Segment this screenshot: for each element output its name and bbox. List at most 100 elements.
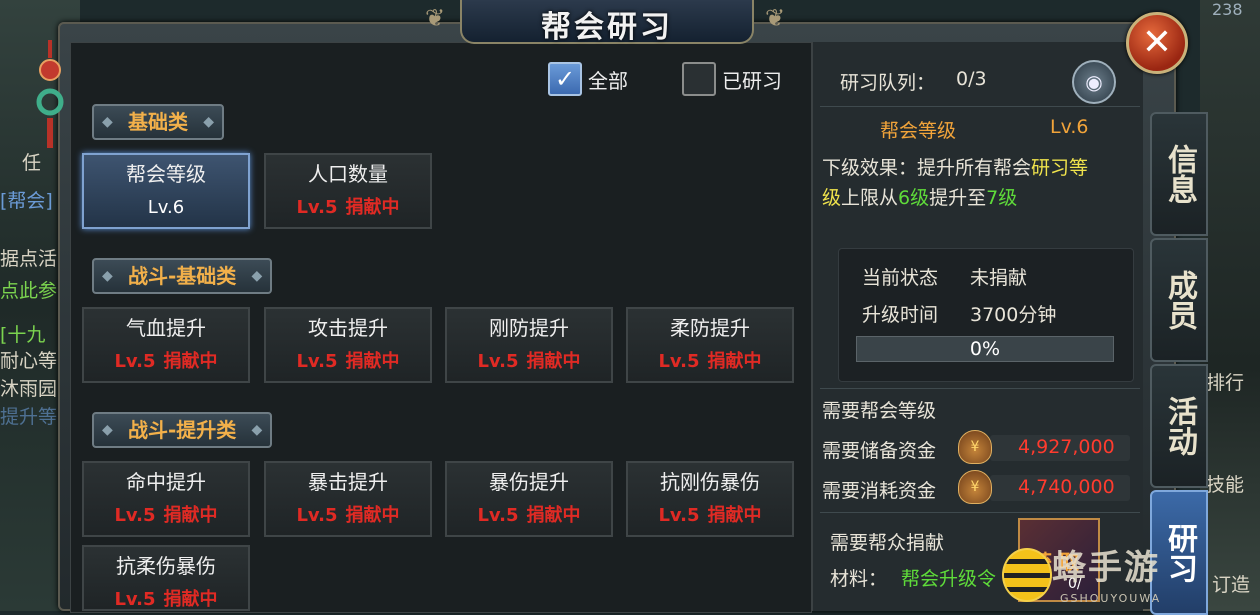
bg-counter: 238 xyxy=(1212,0,1243,19)
research-name: 刚防提升 xyxy=(489,316,569,340)
bg-text: 耐心等 xyxy=(0,350,58,372)
detail-effect-line1: 下级效果：提升所有帮会研习等 xyxy=(822,153,1088,180)
money-bag-icon: ¥ xyxy=(958,470,992,504)
research-name: 柔防提升 xyxy=(670,316,750,340)
research-name: 暴伤提升 xyxy=(489,470,569,494)
window-title: 帮会研习 xyxy=(541,10,673,45)
bg-text: 点此参 xyxy=(0,280,58,302)
research-card-anti-hard-crit[interactable]: 抗刚伤暴伤 Lv.5 捐献中 xyxy=(626,461,794,537)
eye-icon: ◉ xyxy=(1085,70,1103,94)
research-name: 抗刚伤暴伤 xyxy=(660,470,760,494)
watermark-text: 蜂手游 xyxy=(1052,548,1160,588)
upgrade-progress-bar: 0% xyxy=(856,336,1114,362)
filter-all[interactable]: ✓ 全部 xyxy=(548,62,628,96)
bg-text: 沐雨园 xyxy=(0,378,58,400)
material-value: 帮会升级令 xyxy=(901,568,997,590)
tab-label: 信息 xyxy=(1162,144,1197,204)
category-title: 战斗-提升类 xyxy=(92,412,273,448)
eye-button[interactable]: ◉ xyxy=(1072,60,1116,104)
research-status: 捐献中 xyxy=(345,197,400,218)
research-card-crit-damage[interactable]: 暴伤提升 Lv.5 捐献中 xyxy=(445,461,613,537)
close-button[interactable]: ✕ xyxy=(1126,12,1188,74)
req-consume-value: 4,740,000 xyxy=(1018,476,1115,498)
research-name: 帮会等级 xyxy=(126,162,206,186)
research-card-guild-level[interactable]: 帮会等级 Lv.6 xyxy=(82,153,250,229)
research-level: Lv.5 xyxy=(296,197,338,218)
category-header: 基础类 xyxy=(92,104,224,140)
category-header: 战斗-基础类 xyxy=(92,258,273,294)
research-card-hit[interactable]: 命中提升 Lv.5 捐献中 xyxy=(82,461,250,537)
bee-logo-icon xyxy=(1002,548,1052,602)
research-name: 抗柔伤暴伤 xyxy=(116,554,216,578)
research-status: 捐献中 xyxy=(345,351,400,372)
research-name: 暴击提升 xyxy=(308,470,388,494)
queue-value: 0/3 xyxy=(956,68,987,90)
research-level: Lv.5 xyxy=(296,505,338,526)
filter-all-label: 全部 xyxy=(588,68,628,93)
ornament-right-icon: ❦ xyxy=(764,4,786,32)
checkbox-researched[interactable] xyxy=(682,62,716,96)
category-title: 战斗-基础类 xyxy=(92,258,273,294)
research-level: Lv.5 xyxy=(477,351,519,372)
research-status: 捐献中 xyxy=(163,351,218,372)
research-status: 捐献中 xyxy=(707,351,762,372)
time-label: 升级时间 xyxy=(862,304,939,326)
title-plate: 帮会研习 xyxy=(460,0,754,45)
effect-from: 6级 xyxy=(898,187,930,209)
research-level: Lv.5 xyxy=(477,505,519,526)
research-level: Lv.5 xyxy=(114,589,156,610)
material-label: 材料： xyxy=(830,568,888,590)
detail-name: 帮会等级 xyxy=(880,120,957,142)
queue-label: 研习队列： xyxy=(840,72,936,94)
state-label: 当前状态 xyxy=(862,267,939,289)
effect-highlight2: 级 xyxy=(822,187,842,209)
bg-text: 据点活 xyxy=(0,248,58,270)
research-status: 捐献中 xyxy=(163,505,218,526)
effect-mid2: 提升至 xyxy=(929,187,987,209)
research-level: Lv.5 xyxy=(296,351,338,372)
progress-text: 0% xyxy=(969,338,1001,360)
tab-label: 成员 xyxy=(1162,270,1197,330)
tab-label: 活动 xyxy=(1162,396,1197,456)
research-level: Lv.5 xyxy=(658,351,700,372)
bg-text: 任 xyxy=(22,152,42,174)
bg-text: 技能 xyxy=(1206,474,1245,496)
tab-members[interactable]: 成员 xyxy=(1150,238,1208,362)
research-level: Lv.6 xyxy=(147,197,185,218)
filter-researched[interactable]: 已研习 xyxy=(682,62,782,96)
detail-effect-line2: 级上限从6级提升至7级 xyxy=(822,183,1017,210)
research-card-hard-defense[interactable]: 刚防提升 Lv.5 捐献中 xyxy=(445,307,613,383)
research-status: 捐献中 xyxy=(526,505,581,526)
research-card-soft-defense[interactable]: 柔防提升 Lv.5 捐献中 xyxy=(626,307,794,383)
bg-text: [十九 xyxy=(0,324,46,346)
research-name: 攻击提升 xyxy=(308,316,388,340)
bg-text: 订造 xyxy=(1212,574,1251,596)
research-name: 命中提升 xyxy=(126,470,206,494)
category-title: 基础类 xyxy=(92,104,224,140)
checkmark-icon: ✓ xyxy=(554,65,576,93)
research-card-anti-soft-crit[interactable]: 抗柔伤暴伤 Lv.5 捐献中 xyxy=(82,545,250,611)
req-consume-label: 需要消耗资金 xyxy=(822,480,937,502)
detail-level: Lv.6 xyxy=(1050,116,1089,138)
close-icon: ✕ xyxy=(1141,22,1173,63)
research-card-population[interactable]: 人口数量 Lv.5 捐献中 xyxy=(264,153,432,229)
research-card-attack[interactable]: 攻击提升 Lv.5 捐献中 xyxy=(264,307,432,383)
research-status: 捐献中 xyxy=(707,505,762,526)
chinese-knot-icon xyxy=(36,40,64,148)
research-card-crit[interactable]: 暴击提升 Lv.5 捐献中 xyxy=(264,461,432,537)
research-name: 人口数量 xyxy=(308,162,388,186)
watermark-sub: GSHOUYOUWA xyxy=(1060,592,1162,605)
research-card-hp[interactable]: 气血提升 Lv.5 捐献中 xyxy=(82,307,250,383)
effect-mid: 上限从 xyxy=(841,187,899,209)
tab-info[interactable]: 信息 xyxy=(1150,112,1208,236)
filter-researched-label: 已研习 xyxy=(722,68,782,93)
checkbox-all[interactable]: ✓ xyxy=(548,62,582,96)
req-reserve-value: 4,927,000 xyxy=(1018,436,1115,458)
research-name: 气血提升 xyxy=(126,316,206,340)
bg-text: [帮会] xyxy=(0,190,53,212)
bg-text: 排行 xyxy=(1206,372,1245,394)
effect-to: 7级 xyxy=(986,187,1018,209)
tab-activities[interactable]: 活动 xyxy=(1150,364,1208,488)
research-status: 捐献中 xyxy=(163,589,218,610)
research-level: Lv.5 xyxy=(114,505,156,526)
